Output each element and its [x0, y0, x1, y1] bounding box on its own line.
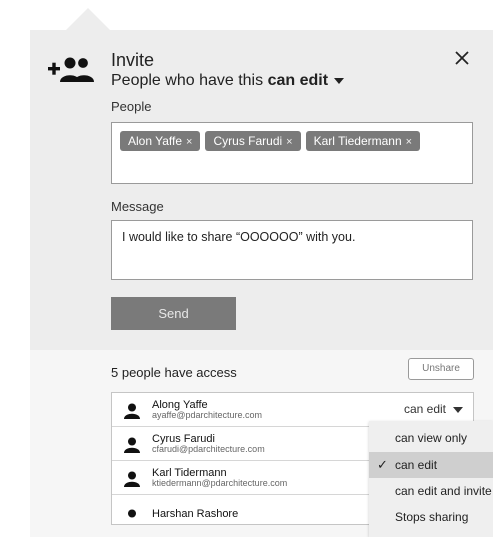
unshare-button[interactable]: Unshare: [408, 358, 474, 380]
person-icon: [124, 437, 140, 453]
triangle-down-icon: [334, 77, 345, 84]
message-label: Message: [111, 199, 164, 214]
chip-name: Cyrus Farudi: [213, 134, 283, 148]
people-label: People: [111, 99, 152, 114]
send-button[interactable]: Send: [111, 297, 236, 330]
permission-menu: can view only ✓ can edit can edit and inv…: [369, 421, 493, 537]
person-chip: Karl Tiedermann ×: [305, 131, 421, 151]
people-input[interactable]: Alon Yaffe × Cyrus Farudi × Karl Tiedermann ×: [111, 122, 473, 184]
person-chip: Cyrus Farudi ×: [205, 131, 301, 151]
person-icon: [128, 509, 136, 518]
permission-subtitle: People who have this can edit: [111, 72, 345, 90]
chip-remove-icon[interactable]: ×: [186, 136, 192, 148]
menu-item-stop-sharing[interactable]: Stops sharing: [369, 504, 493, 530]
chip-remove-icon[interactable]: ×: [286, 136, 292, 148]
menu-item-can-edit[interactable]: ✓ can edit: [369, 452, 493, 478]
person-email: ayaffe@pdarchitecture.com: [152, 410, 263, 420]
menu-item-label: can edit: [395, 458, 438, 472]
chip-name: Alon Yaffe: [128, 134, 183, 148]
person-icon: [124, 471, 140, 487]
chip-name: Karl Tiedermann: [313, 134, 402, 148]
triangle-down-icon: [453, 406, 463, 413]
person-email: cfarudi@pdarchitecture.com: [152, 444, 265, 454]
subtitle-permission-dropdown[interactable]: can edit: [267, 72, 345, 89]
close-icon: [455, 51, 469, 65]
menu-item-view-only[interactable]: can view only: [369, 425, 493, 451]
menu-item-edit-and-invite[interactable]: can edit and invite: [369, 478, 493, 504]
permission-select[interactable]: can edit: [404, 402, 463, 416]
message-textarea[interactable]: I would like to share “OOOOOO” with you.: [111, 220, 473, 280]
person-email: ktiedermann@pdarchitecture.com: [152, 478, 288, 488]
chip-remove-icon[interactable]: ×: [406, 136, 412, 148]
person-icon: [124, 403, 140, 419]
person-chip: Alon Yaffe ×: [120, 131, 201, 151]
subtitle-prefix: People who have this: [111, 72, 264, 89]
popover-caret: [66, 8, 110, 30]
checkmark-icon: ✓: [377, 457, 388, 472]
dialog-title: Invite: [111, 50, 155, 70]
subtitle-permission: can edit: [267, 72, 329, 89]
person-name: Harshan Rashore: [152, 508, 239, 520]
add-people-icon: [48, 56, 94, 82]
permission-value: can edit: [403, 402, 446, 416]
access-count: 5 people have access: [111, 365, 237, 380]
close-button[interactable]: [452, 48, 472, 68]
